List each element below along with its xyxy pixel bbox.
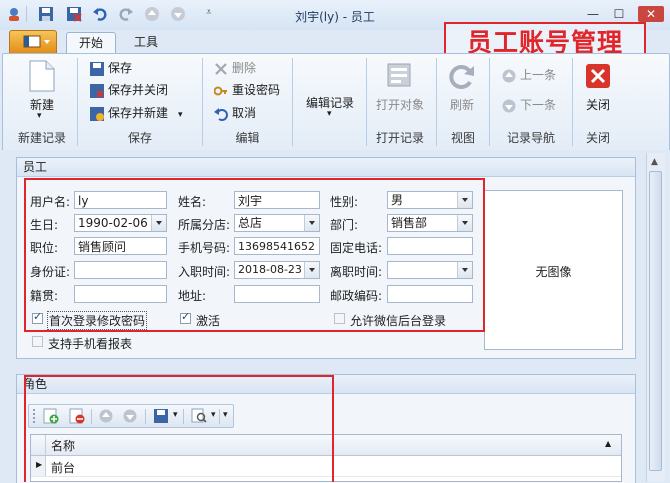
group-label-close: 关闭 bbox=[585, 131, 610, 145]
save-label: 保存 bbox=[108, 61, 133, 75]
photo-box[interactable]: 无图像 bbox=[484, 190, 623, 350]
mobile-report-label[interactable]: 支持手机看报表 bbox=[48, 335, 132, 352]
save-button[interactable]: 保存 bbox=[90, 59, 132, 77]
highlight-employee-fields bbox=[24, 178, 485, 332]
new-record-icon bbox=[28, 60, 56, 95]
save-new-dropdown-icon[interactable]: ▾ bbox=[178, 110, 183, 120]
undo-icon bbox=[214, 107, 228, 121]
close-window-button[interactable]: ✕ bbox=[638, 6, 664, 22]
next-record-button[interactable]: 下一条 bbox=[502, 96, 556, 114]
separator bbox=[202, 58, 203, 146]
separator bbox=[366, 58, 367, 146]
close-record-button[interactable]: 关闭 bbox=[578, 96, 618, 113]
save-close-label: 保存并关闭 bbox=[108, 83, 169, 97]
separator bbox=[572, 58, 573, 146]
separator bbox=[436, 58, 437, 146]
delete-button[interactable]: 删除 bbox=[214, 59, 256, 77]
refresh-icon bbox=[448, 62, 476, 93]
key-icon bbox=[213, 84, 228, 98]
down-circle-icon bbox=[502, 99, 516, 113]
separator bbox=[77, 58, 78, 146]
save-new-icon bbox=[90, 106, 104, 121]
file-menu-button[interactable] bbox=[9, 30, 57, 54]
save-new-label: 保存并新建 bbox=[108, 106, 169, 120]
reset-password-button[interactable]: 重设密码 bbox=[213, 81, 281, 99]
sort-asc-icon[interactable]: ▲ bbox=[605, 439, 611, 448]
open-object-button[interactable]: 打开对象 bbox=[372, 96, 428, 113]
cancel-button[interactable]: 取消 bbox=[214, 104, 256, 122]
open-object-icon bbox=[386, 62, 412, 91]
next-record-label: 下一条 bbox=[520, 98, 557, 112]
separator bbox=[292, 58, 293, 146]
prev-record-button[interactable]: 上一条 bbox=[502, 66, 556, 84]
save-close-button[interactable]: 保存并关闭 bbox=[90, 81, 168, 99]
separator bbox=[489, 58, 490, 146]
save-close-icon bbox=[90, 83, 104, 98]
employee-section-title: 员工 bbox=[17, 158, 635, 177]
edit-record-dropdown-icon[interactable]: ▾ bbox=[327, 109, 332, 119]
cancel-label: 取消 bbox=[232, 106, 257, 120]
minimize-button[interactable]: — bbox=[583, 6, 603, 22]
photo-placeholder: 无图像 bbox=[535, 265, 572, 279]
group-label-nav: 记录导航 bbox=[506, 131, 555, 145]
group-label-new: 新建记录 bbox=[17, 131, 66, 145]
save-new-button[interactable]: 保存并新建 ▾ bbox=[90, 104, 183, 122]
new-button[interactable]: 新建 bbox=[20, 96, 64, 113]
tab-home[interactable]: 开始 bbox=[66, 32, 117, 54]
vertical-scrollbar[interactable]: ▲ bbox=[646, 153, 665, 482]
scroll-thumb[interactable] bbox=[649, 171, 662, 471]
highlight-roles bbox=[24, 375, 334, 482]
save-icon bbox=[90, 61, 104, 76]
prev-record-label: 上一条 bbox=[520, 68, 557, 82]
delete-icon bbox=[214, 62, 228, 76]
scroll-up-icon[interactable]: ▲ bbox=[651, 157, 658, 167]
close-record-icon bbox=[585, 63, 611, 92]
maximize-button[interactable]: ☐ bbox=[609, 6, 629, 22]
group-label-edit: 编辑 bbox=[235, 131, 260, 145]
group-label-save: 保存 bbox=[127, 131, 152, 145]
reset-password-label: 重设密码 bbox=[232, 83, 281, 97]
refresh-button[interactable]: 刷新 bbox=[442, 96, 482, 113]
up-circle-icon bbox=[502, 69, 516, 83]
new-dropdown-icon[interactable]: ▾ bbox=[37, 111, 42, 121]
group-label-view: 视图 bbox=[450, 131, 475, 145]
tab-tools[interactable]: 工具 bbox=[122, 32, 170, 53]
group-label-open: 打开记录 bbox=[375, 131, 424, 145]
delete-label: 删除 bbox=[232, 61, 257, 75]
mobile-report-checkbox[interactable] bbox=[32, 336, 43, 347]
